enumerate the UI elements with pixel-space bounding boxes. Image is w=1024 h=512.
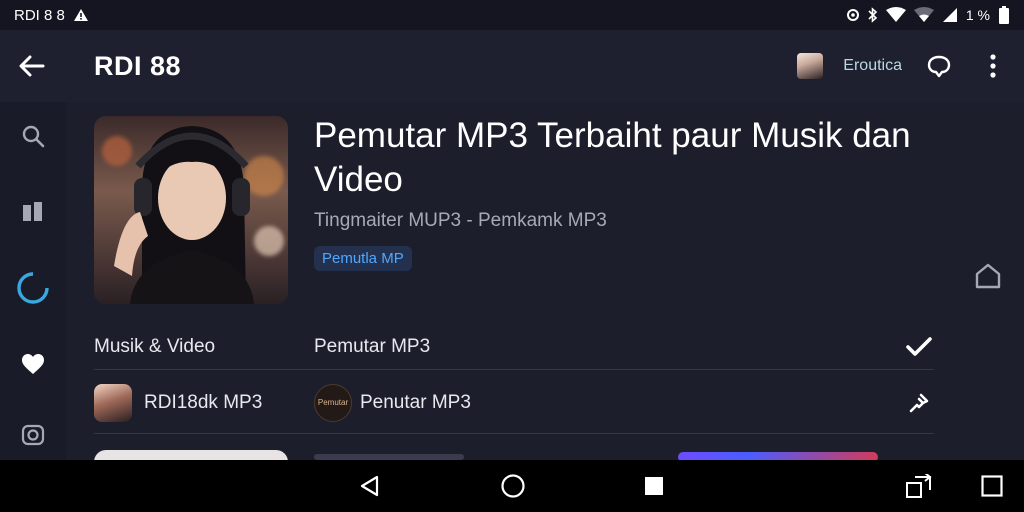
- hero-subtitle: Tingmaiter MUP3 - Pemkamk MP3: [314, 210, 607, 231]
- pin-icon: [909, 393, 929, 412]
- heart-icon: [22, 354, 44, 374]
- row-left-label: Musik & Video: [94, 335, 216, 357]
- row-left: Musik & Video: [94, 336, 215, 358]
- search-icon: [22, 125, 45, 148]
- brand-link[interactable]: Eroutica: [843, 57, 902, 75]
- row-right: Pemutar MP3: [314, 336, 430, 358]
- app-bar: RDI 88 Eroutica: [0, 30, 1024, 102]
- square-outline-icon: [981, 475, 1003, 497]
- nav-loading[interactable]: [13, 268, 53, 308]
- more-vertical-icon: [990, 54, 996, 78]
- signal-icon: [942, 8, 957, 22]
- app-logo: Pemutar: [314, 383, 352, 422]
- wifi-weak-icon: [913, 7, 934, 22]
- category-chip[interactable]: Pemutla MP: [314, 246, 412, 271]
- home-button[interactable]: [972, 260, 1004, 292]
- cover-image[interactable]: [94, 116, 288, 304]
- app-title: RDI 88: [94, 50, 182, 81]
- camera-icon: [21, 424, 45, 446]
- chat-icon: [927, 55, 951, 78]
- row-left-label: RDI18dk MP3: [144, 391, 263, 413]
- chat-button[interactable]: [922, 49, 956, 83]
- arrow-left-icon: [19, 55, 45, 77]
- wifi-icon: [885, 7, 906, 22]
- app-bar-actions: Eroutica: [797, 30, 1010, 102]
- pin-button[interactable]: [904, 388, 934, 418]
- battery-percent: 1 %: [965, 7, 990, 23]
- row-left: RDI18dk MP3: [94, 383, 263, 422]
- row-right-label: Pemutar MP3: [314, 335, 431, 357]
- loading-ring-icon: [17, 272, 49, 304]
- status-left: RDI 8 8: [14, 7, 89, 24]
- list-row[interactable]: RDI18dk MP3 Pemutar Penutar MP3: [94, 372, 934, 434]
- system-nav-bar: [0, 460, 1024, 512]
- screen: RDI 8 8 1 % RDI 88 Eroutica Pemutar MP3 …: [0, 0, 1024, 512]
- status-right: 1 %: [846, 6, 1010, 24]
- alert-icon: [73, 9, 88, 21]
- check-icon: [906, 336, 932, 356]
- check-button[interactable]: [904, 332, 934, 362]
- rotate-screen-icon: [906, 474, 932, 498]
- bluetooth-icon: [868, 7, 878, 23]
- row-right-label: Penutar MP3: [360, 391, 471, 413]
- profile-avatar[interactable]: [797, 53, 824, 79]
- nav-back-button[interactable]: [356, 472, 384, 500]
- app-thumbnail: [94, 383, 132, 422]
- nav-recents-button[interactable]: [640, 472, 668, 500]
- circle-home-icon: [501, 474, 525, 498]
- more-button[interactable]: [976, 49, 1010, 83]
- cover-portrait: [114, 126, 254, 304]
- app-logo-text: Pemutar: [317, 398, 349, 407]
- nav-camera[interactable]: [13, 414, 53, 454]
- back-button[interactable]: [0, 30, 64, 102]
- hero-title: Pemutar MP3 Terbaiht paur Musik dan Vide…: [314, 116, 911, 199]
- main-content: Pemutar MP3 Terbaiht paur Musik dan Vide…: [66, 102, 1024, 470]
- rotate-button[interactable]: [905, 472, 933, 500]
- nav-library[interactable]: [13, 192, 53, 232]
- status-bar: RDI 8 8 1 %: [0, 0, 1024, 30]
- row-right: Pemutar Penutar MP3: [314, 383, 471, 422]
- battery-icon: [999, 6, 1009, 24]
- library-icon: [23, 202, 42, 221]
- nfc-icon: [846, 9, 859, 21]
- nav-favorites[interactable]: [13, 344, 53, 384]
- side-rail: [0, 102, 66, 460]
- home-icon: [975, 263, 1001, 289]
- status-label: RDI 8 8: [14, 6, 65, 24]
- nav-home-button[interactable]: [499, 472, 527, 500]
- square-recents-icon: [645, 477, 663, 495]
- triangle-back-icon: [360, 475, 379, 497]
- list-row[interactable]: Musik & Video Pemutar MP3: [94, 324, 934, 370]
- nav-search[interactable]: [13, 116, 53, 156]
- overview-button[interactable]: [978, 472, 1006, 500]
